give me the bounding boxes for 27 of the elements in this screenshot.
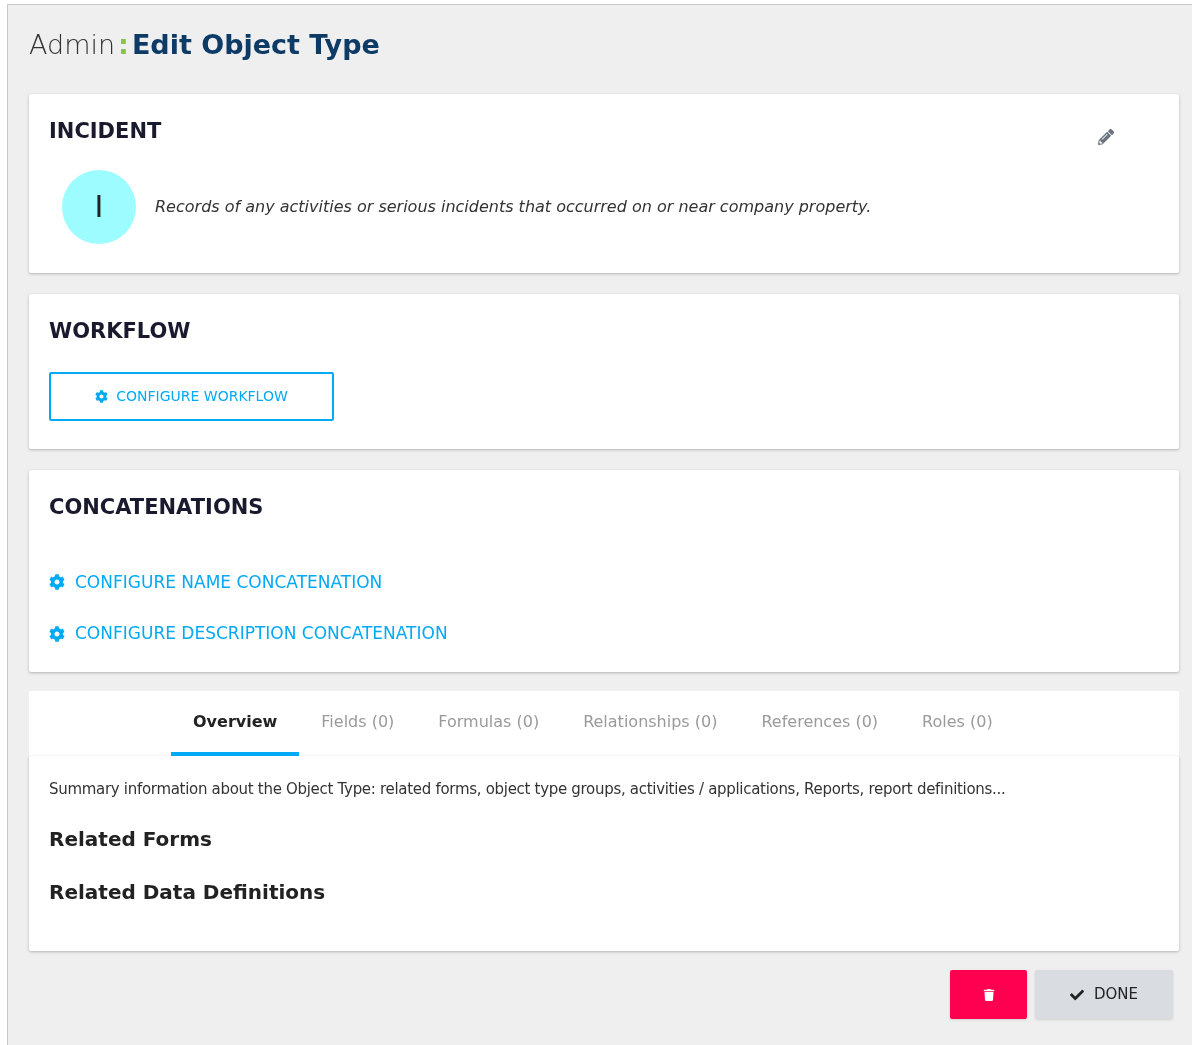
object-description: Records of any activities or serious incidents that occurred on or near company property. [155, 195, 872, 218]
tab[interactable]: Roles (0) [900, 691, 1015, 756]
object-name: INCIDENT [49, 118, 162, 145]
subsection-heading: Related Data Definitions [49, 878, 327, 906]
subsection-heading: Related Forms [49, 825, 213, 853]
gear-icon [95, 389, 109, 403]
tab[interactable]: References (0) [739, 691, 901, 756]
concatenation-link[interactable]: CONFIGURE DESCRIPTION CONCATENATION [49, 621, 448, 647]
section-title: CONCATENATIONS [49, 494, 265, 521]
section-title: WORKFLOW [49, 318, 192, 345]
tab[interactable]: Fields (0) [299, 691, 417, 756]
breadcrumb-separator: : [118, 28, 129, 62]
concatenation-link[interactable]: CONFIGURE NAME CONCATENATION [49, 569, 383, 595]
delete-button[interactable] [950, 970, 1027, 1019]
page-title: Edit Object Type [131, 28, 380, 62]
edit-icon[interactable] [1098, 129, 1114, 145]
gear-icon [49, 625, 65, 642]
done-button[interactable]: DONE [1035, 970, 1173, 1019]
tab[interactable]: Relationships (0) [561, 691, 740, 756]
gear-icon [49, 574, 65, 591]
summary-text: Summary information about the Object Type: related forms, object type groups, activities / applications, Reports, report definitions... [49, 779, 1007, 800]
tab[interactable]: Formulas (0) [416, 691, 562, 756]
trash-icon [982, 988, 995, 1001]
configure-workflow-button[interactable]: CONFIGURE WORKFLOW [49, 371, 334, 421]
breadcrumb-section: Admin [29, 25, 116, 66]
check-icon [1069, 987, 1084, 1002]
object-avatar: I [62, 169, 136, 244]
